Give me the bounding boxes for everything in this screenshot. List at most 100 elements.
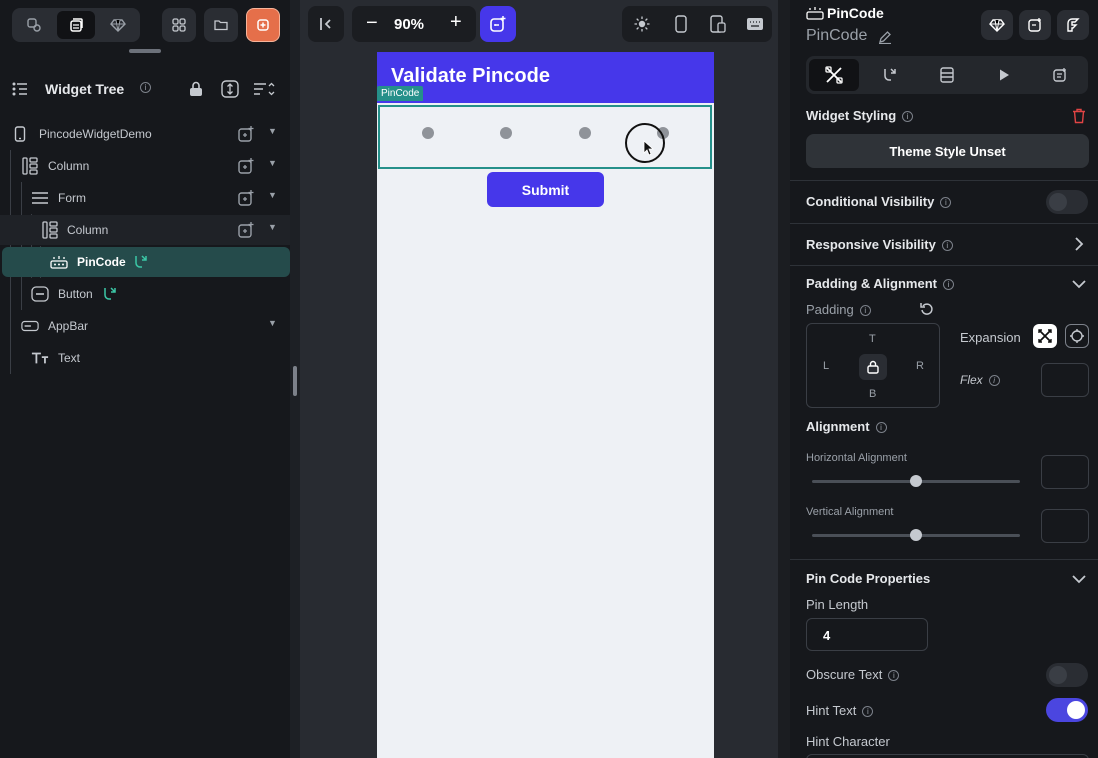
flex-input[interactable] <box>1041 363 1089 397</box>
alignment-label: Alignment i <box>806 419 887 434</box>
panel-resize-handle[interactable] <box>129 49 161 53</box>
tree-item-pincodewidgetdemo[interactable]: PincodeWidgetDemo ▼ <box>0 119 290 149</box>
pincode-icon <box>806 7 824 20</box>
slider-thumb[interactable] <box>910 529 922 541</box>
tab-properties[interactable] <box>809 59 859 91</box>
responsive-visibility-label[interactable]: Responsive Visibility i <box>806 237 953 252</box>
chevron-down-icon[interactable]: ▼ <box>268 190 277 200</box>
chevron-right-icon[interactable] <box>1074 237 1084 251</box>
padding-editor[interactable]: T L R B <box>806 323 940 408</box>
info-icon[interactable]: i <box>988 375 1000 387</box>
info-icon[interactable]: i <box>941 240 953 252</box>
chevron-down-icon[interactable] <box>1072 574 1086 584</box>
action-flow-icon[interactable] <box>102 286 118 305</box>
add-widget-button[interactable] <box>246 8 280 42</box>
lock-icon[interactable] <box>189 81 203 97</box>
zoom-in-icon[interactable]: + <box>450 11 462 34</box>
expansion-flexible-button[interactable] <box>1033 324 1057 348</box>
keyboard-icon[interactable] <box>746 17 764 31</box>
storyboard-icon <box>27 18 41 32</box>
phone-icon[interactable] <box>675 15 687 33</box>
info-icon[interactable]: i <box>140 82 151 93</box>
expand-collapse-icon[interactable] <box>221 80 239 98</box>
info-icon[interactable]: i <box>862 706 874 718</box>
tree-item-text[interactable]: Text <box>0 343 290 373</box>
delete-trash-icon[interactable] <box>1072 108 1086 124</box>
add-widget-icon <box>1053 68 1066 82</box>
padding-bottom[interactable]: B <box>869 388 876 400</box>
chevron-down-icon[interactable]: ▼ <box>268 126 277 136</box>
add-to-canvas-button[interactable] <box>480 6 516 42</box>
info-icon[interactable]: i <box>942 279 954 291</box>
components-button[interactable] <box>162 8 196 42</box>
tree-item-pincode[interactable]: PinCode <box>2 247 290 277</box>
padding-lock-button[interactable] <box>859 354 887 380</box>
divider <box>790 180 1098 181</box>
collapse-panel-button[interactable] <box>308 6 344 42</box>
tree-item-column-inner[interactable]: Column ▼ <box>0 215 290 245</box>
chevron-down-icon[interactable]: ▼ <box>268 158 277 168</box>
chevron-down-icon[interactable]: ▼ <box>268 318 277 328</box>
padding-alignment-label[interactable]: Padding & Alignment i <box>806 276 954 291</box>
tree-item-button[interactable]: Button <box>0 279 290 309</box>
horizontal-alignment-input[interactable] <box>1041 455 1089 489</box>
vertical-alignment-slider[interactable] <box>812 529 1020 541</box>
info-icon[interactable]: i <box>888 670 900 682</box>
tree-list-icon <box>12 82 27 96</box>
tablet-icon[interactable] <box>710 15 726 33</box>
expansion-expanded-button[interactable] <box>1065 324 1089 348</box>
tree-item-column[interactable]: Column ▼ <box>0 151 290 181</box>
reset-icon[interactable] <box>920 302 934 316</box>
obscure-text-toggle[interactable] <box>1046 663 1088 687</box>
theme-gem-button[interactable] <box>981 10 1013 40</box>
canvas-scrollbar[interactable] <box>778 0 790 758</box>
add-child-icon[interactable] <box>237 157 255 178</box>
hint-character-input[interactable] <box>806 754 1089 758</box>
padding-left[interactable]: L <box>823 360 829 372</box>
hint-text-toggle[interactable] <box>1046 698 1088 722</box>
chevron-down-icon[interactable]: ▼ <box>268 222 277 232</box>
tree-item-appbar[interactable]: AppBar ▼ <box>0 311 290 341</box>
tab-animations[interactable] <box>979 59 1029 91</box>
tab-generate[interactable] <box>1035 59 1085 91</box>
chevron-down-icon[interactable] <box>1072 279 1086 289</box>
conditional-visibility-toggle[interactable] <box>1046 190 1088 214</box>
horizontal-alignment-slider[interactable] <box>812 475 1020 487</box>
info-icon[interactable]: i <box>940 197 952 209</box>
theme-tab-button[interactable] <box>99 11 137 39</box>
padding-top[interactable]: T <box>869 333 876 345</box>
media-folder-button[interactable] <box>204 8 238 42</box>
vertical-alignment-input[interactable] <box>1041 509 1089 543</box>
conditional-visibility-label: Conditional Visibility i <box>806 194 952 209</box>
action-flow-icon[interactable] <box>133 254 149 273</box>
theme-style-button[interactable]: Theme Style Unset <box>806 134 1089 168</box>
info-icon[interactable]: i <box>859 305 871 317</box>
add-child-icon[interactable] <box>237 189 255 210</box>
tab-actions[interactable] <box>865 59 915 91</box>
flutterflow-button[interactable] <box>1057 10 1089 40</box>
tab-backend-query[interactable] <box>922 59 972 91</box>
pin-code-properties-label[interactable]: Pin Code Properties <box>806 571 930 586</box>
info-icon[interactable]: i <box>902 111 914 123</box>
padding-right[interactable]: R <box>916 360 924 372</box>
add-child-icon[interactable] <box>237 221 255 242</box>
add-widget-button[interactable] <box>1019 10 1051 40</box>
light-mode-icon[interactable] <box>634 16 650 32</box>
slider-thumb[interactable] <box>910 475 922 487</box>
panel-splitter-handle[interactable] <box>293 366 297 396</box>
storyboard-tab-button[interactable] <box>15 11 53 39</box>
widget-tree-tab-button[interactable] <box>57 11 95 39</box>
app-bar[interactable]: Validate Pincode <box>377 52 714 103</box>
selected-widget-tag: PinCode <box>377 86 424 101</box>
pin-length-input[interactable]: 4 <box>806 618 928 651</box>
tree-item-form[interactable]: Form ▼ <box>0 183 290 213</box>
zoom-out-icon[interactable]: − <box>366 12 378 35</box>
edit-pencil-icon[interactable] <box>878 30 892 44</box>
submit-button[interactable]: Submit <box>487 172 604 207</box>
info-icon[interactable]: i <box>875 422 887 434</box>
add-child-icon[interactable] <box>237 125 255 146</box>
widget-name[interactable]: PinCode <box>806 27 867 45</box>
pincode-widget[interactable] <box>378 105 712 169</box>
appbar-title[interactable]: Validate Pincode <box>391 65 550 88</box>
sort-options-icon[interactable] <box>253 82 275 96</box>
